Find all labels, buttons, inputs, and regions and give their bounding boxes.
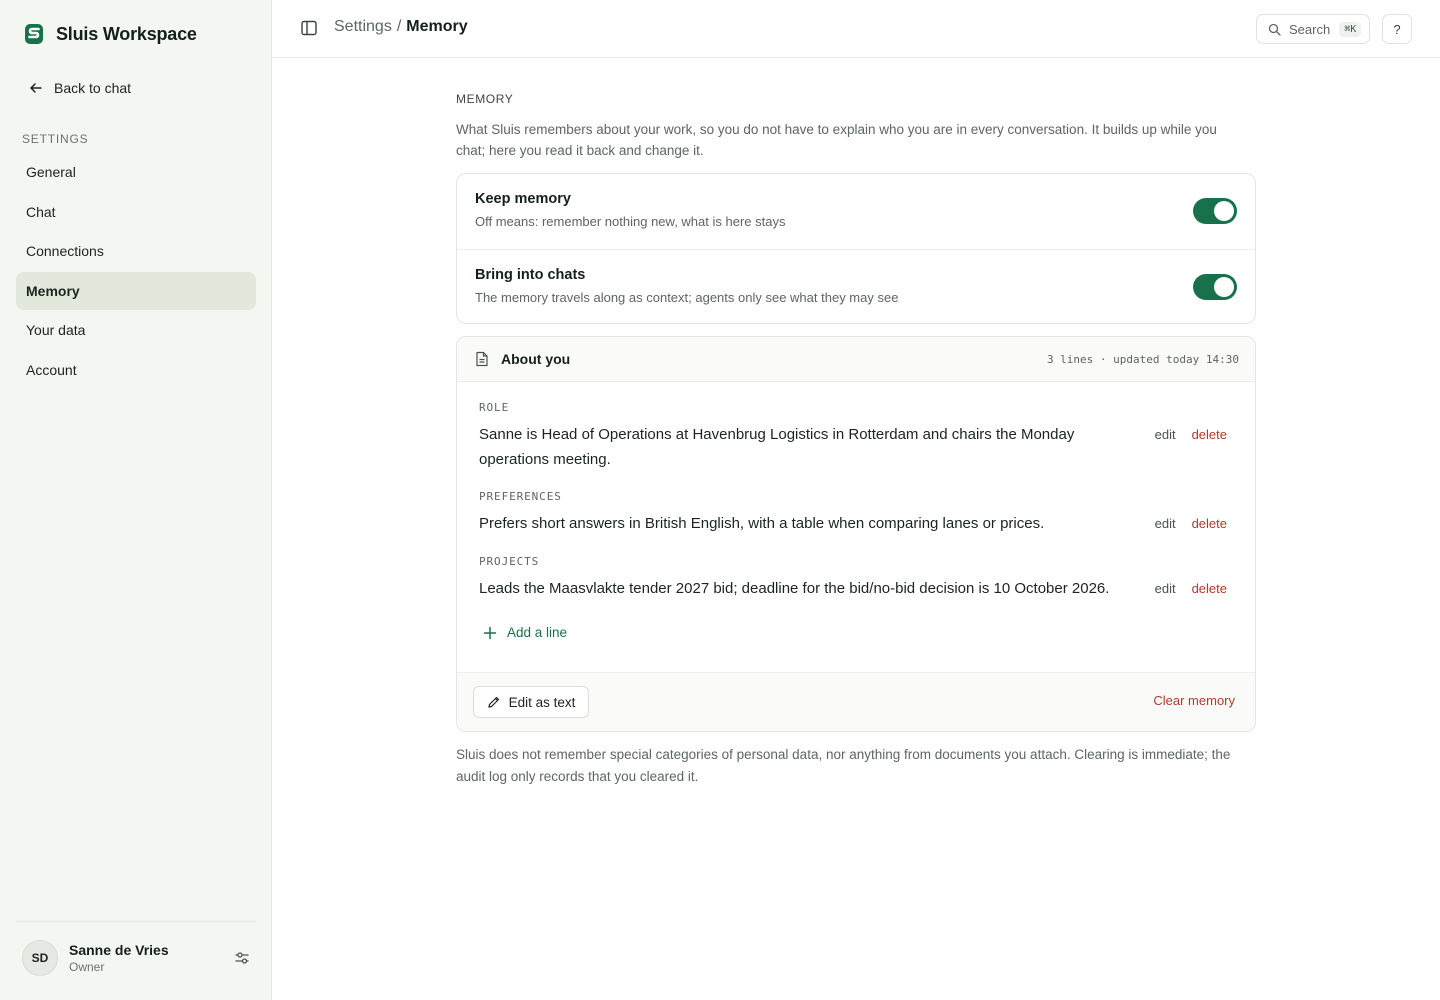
keep-memory-toggle[interactable] xyxy=(1193,198,1237,224)
sidebar-item-memory[interactable]: Memory xyxy=(16,271,256,310)
app-name: Sluis Workspace xyxy=(56,23,197,44)
breadcrumb: Settings / Memory xyxy=(334,18,468,36)
sidebar-item-your-data[interactable]: Your data xyxy=(16,311,256,349)
edit-preferences-button[interactable]: edit xyxy=(1155,516,1176,531)
breadcrumb-separator: / xyxy=(396,18,402,35)
about-you-header: About you 3 lines · updated today 14:30 xyxy=(457,337,1255,382)
memory-entry-text-preferences: Prefers short answers in British English… xyxy=(479,515,1045,532)
bring-into-chats-title: Bring into chats xyxy=(475,267,586,283)
user-name: Sanne de Vries xyxy=(69,942,169,958)
bring-into-chats-toggle[interactable] xyxy=(1193,274,1237,300)
sidebar-item-account[interactable]: Account xyxy=(16,351,256,389)
edit-as-text-label: Edit as text xyxy=(508,694,576,710)
sidebar-divider xyxy=(16,921,256,922)
add-line-button[interactable]: Add a line xyxy=(483,625,567,640)
memory-settings: MEMORY What Sluis remembers about your w… xyxy=(456,92,1256,784)
search-icon xyxy=(1268,23,1281,36)
bring-into-chats-subtitle: The memory travels along as context; age… xyxy=(475,290,899,305)
breadcrumb-current: Memory xyxy=(406,18,468,35)
settings-nav: General Chat Connections Memory Your dat… xyxy=(16,153,256,390)
memory-entry-label-projects: PROJECTS xyxy=(479,555,540,568)
memory-entry-actions-preferences: edit delete xyxy=(1155,516,1227,531)
about-you-card: About you 3 lines · updated today 14:30 … xyxy=(456,336,1256,732)
keep-memory-title: Keep memory xyxy=(475,191,571,207)
page-description: What Sluis remembers about your work, so… xyxy=(456,122,1217,158)
avatar: SD xyxy=(22,940,58,976)
delete-preferences-button[interactable]: delete xyxy=(1192,516,1227,531)
arrow-left-icon xyxy=(30,83,42,93)
keep-memory-row: Keep memory Off means: remember nothing … xyxy=(457,174,1255,249)
bring-into-chats-row: Bring into chats The memory travels alon… xyxy=(457,249,1255,324)
sidebar: Sluis Workspace Back to chat SETTINGS Ge… xyxy=(0,0,272,1000)
search-shortcut: ⌘K xyxy=(1339,21,1362,37)
document-icon xyxy=(476,351,488,367)
about-you-meta: 3 lines · updated today 14:30 xyxy=(1046,352,1239,366)
sliders-icon[interactable] xyxy=(234,950,250,966)
search-button[interactable]: Search ⌘K xyxy=(1256,14,1370,44)
back-to-chat-label: Back to chat xyxy=(54,80,132,96)
help-button[interactable]: ? xyxy=(1382,14,1412,44)
clear-memory-button[interactable]: Clear memory xyxy=(1153,693,1235,708)
delete-role-button[interactable]: delete xyxy=(1192,427,1227,442)
page-title: MEMORY xyxy=(456,92,514,106)
breadcrumb-parent[interactable]: Settings xyxy=(334,18,392,36)
sidebar-toggle-icon[interactable] xyxy=(300,19,318,37)
memory-entry-label-preferences: PREFERENCES xyxy=(479,490,562,503)
delete-projects-button[interactable]: delete xyxy=(1192,581,1227,596)
memory-entry-text-role: Sanne is Head of Operations at Havenbrug… xyxy=(479,426,1075,468)
toggle-knob xyxy=(1214,201,1234,221)
user-profile[interactable]: SD Sanne de Vries Owner xyxy=(22,938,254,978)
sidebar-item-chat[interactable]: Chat xyxy=(16,193,256,231)
plus-icon xyxy=(483,626,497,639)
sidebar-item-connections[interactable]: Connections xyxy=(16,232,256,270)
search-label: Search xyxy=(1289,21,1331,37)
privacy-footnote: Sluis does not remember special categori… xyxy=(456,747,1231,784)
memory-entry-actions-role: edit delete xyxy=(1155,427,1227,442)
about-you-footer: Edit as text Clear memory xyxy=(457,672,1255,731)
topbar: Settings / Memory Search ⌘K ? xyxy=(272,0,1440,58)
back-to-chat-link[interactable]: Back to chat xyxy=(16,74,256,102)
about-you-title: About you xyxy=(501,351,571,367)
pencil-icon xyxy=(487,696,499,708)
memory-entry-actions-projects: edit delete xyxy=(1155,581,1227,596)
brand[interactable]: Sluis Workspace xyxy=(24,22,197,46)
toggle-knob xyxy=(1214,277,1234,297)
sluis-logo-icon xyxy=(25,24,43,44)
memory-entry-text-projects: Leads the Maasvlakte tender 2027 bid; de… xyxy=(479,580,1110,597)
memory-entries: ROLE Sanne is Head of Operations at Have… xyxy=(457,382,1255,672)
memory-toggles: Keep memory Off means: remember nothing … xyxy=(456,173,1256,324)
settings-section-label: SETTINGS xyxy=(22,132,89,146)
keep-memory-subtitle: Off means: remember nothing new, what is… xyxy=(475,214,786,229)
memory-entry-label-role: ROLE xyxy=(479,401,510,414)
edit-projects-button[interactable]: edit xyxy=(1155,581,1176,596)
sidebar-item-general[interactable]: General xyxy=(16,153,256,191)
user-role: Owner xyxy=(69,960,105,974)
edit-as-text-button[interactable]: Edit as text xyxy=(473,686,589,718)
edit-role-button[interactable]: edit xyxy=(1155,427,1176,442)
add-line-label: Add a line xyxy=(507,625,568,640)
